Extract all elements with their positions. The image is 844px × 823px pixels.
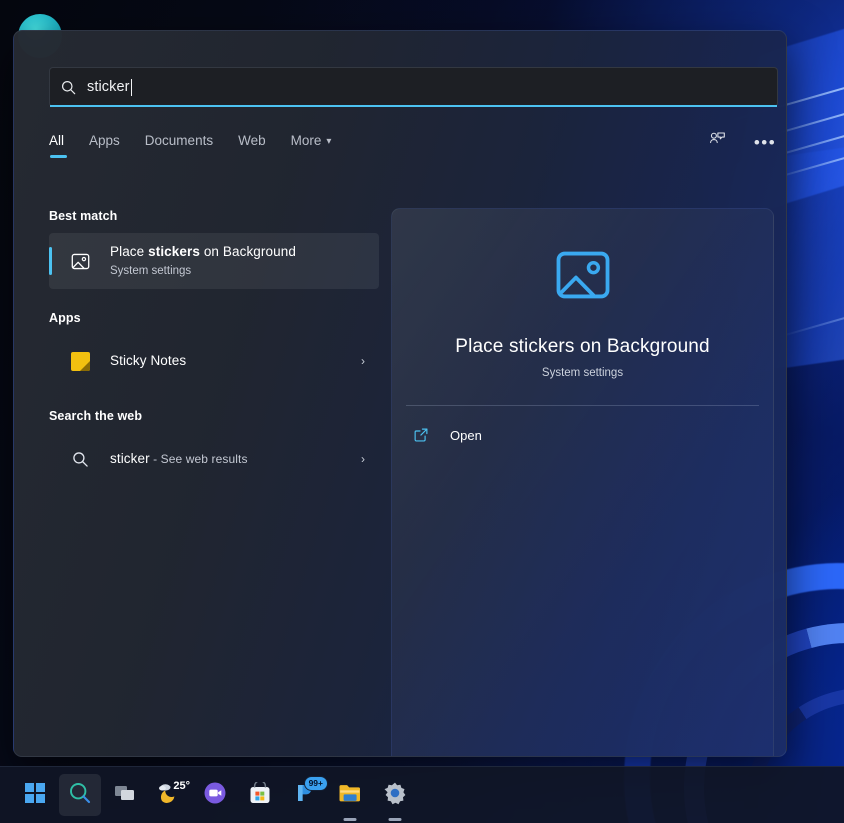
weather-temperature: 25° [173,780,190,792]
search-button[interactable] [59,774,101,816]
tab-more[interactable]: More ▾ [291,128,332,148]
notification-badge: 99+ [304,776,328,791]
open-external-icon [411,425,431,445]
search-icon [68,781,92,810]
store-icon [249,782,271,809]
section-heading-apps: Apps [49,311,379,325]
chevron-right-icon[interactable]: › [361,452,369,466]
section-heading-search-the-web: Search the web [49,409,379,423]
search-icon [67,446,93,472]
open-action-label: Open [450,428,482,443]
preview-panel: Place stickers on Background System sett… [391,208,774,757]
preview-subtitle: System settings [542,367,623,379]
search-input-value: sticker [87,79,130,95]
gear-icon [383,781,407,810]
chat-icon [203,781,227,810]
result-row-subtitle: System settings [110,265,191,277]
sticky-notes-icon [67,348,93,374]
open-action-button[interactable]: Open [392,414,773,456]
settings-button[interactable] [374,774,416,816]
result-row-sticky-notes[interactable]: Sticky Notes › [49,335,379,387]
windows-logo-icon [25,783,45,808]
desktop: sticker All Apps Documents Web More ▾ [0,0,844,823]
search-box-container: sticker [49,67,778,107]
preview-hero: Place stickers on Background System sett… [392,209,773,379]
chevron-down-icon: ▾ [326,136,331,147]
header-actions: ••• [704,128,778,155]
search-input[interactable]: sticker [49,67,778,107]
results-list: Best match Place stickers on Background … [49,209,379,485]
tab-apps[interactable]: Apps [89,128,120,148]
more-options-button[interactable]: ••• [752,129,778,155]
phone-link-button[interactable]: 99+ [284,774,326,816]
filter-tabs: All Apps Documents Web More ▾ ••• [49,128,778,168]
microsoft-store-button[interactable] [239,774,281,816]
feedback-icon [709,131,726,153]
start-button[interactable] [14,774,56,816]
tab-all[interactable]: All [49,128,64,148]
tab-documents[interactable]: Documents [145,128,213,148]
result-row-web-search[interactable]: sticker - See web results › [49,433,379,485]
weather-widget[interactable]: 25° [149,774,191,816]
tab-web[interactable]: Web [238,128,266,148]
tab-web-label: Web [238,133,266,148]
task-view-button[interactable] [104,774,146,816]
text-caret [131,79,132,96]
preview-divider [406,405,759,406]
chat-button[interactable] [194,774,236,816]
search-icon [61,80,76,95]
result-row-text: Sticky Notes [110,352,186,370]
chevron-right-icon[interactable]: › [361,354,369,368]
preview-actions: Open [392,414,773,456]
folder-icon [338,782,362,809]
search-flyout-panel: sticker All Apps Documents Web More ▾ [13,30,787,757]
tab-apps-label: Apps [89,133,120,148]
web-suffix-text: - See web results [150,452,248,466]
tab-documents-label: Documents [145,133,213,148]
result-row-place-stickers-on-background[interactable]: Place stickers on Background System sett… [49,233,379,289]
task-view-icon [114,782,136,809]
result-title-match: stickers [148,244,200,259]
feedback-button[interactable] [704,129,730,155]
taskbar: 25° [0,766,844,823]
tab-all-label: All [49,133,64,148]
result-row-text: Place stickers on Background System sett… [110,243,369,279]
result-row-text: sticker - See web results [110,450,248,468]
result-title-suffix: on Background [200,244,296,259]
result-row-title: Sticky Notes [110,353,186,368]
section-heading-best-match: Best match [49,209,379,223]
file-explorer-button[interactable] [329,774,371,816]
result-row-title: sticker - See web results [110,451,248,466]
preview-title: Place stickers on Background [455,336,710,358]
web-query-text: sticker [110,451,150,466]
result-row-title: Place stickers on Background [110,244,296,259]
picture-icon [552,244,614,311]
tab-more-label: More [291,133,322,148]
result-title-prefix: Place [110,244,148,259]
picture-icon [67,248,93,274]
